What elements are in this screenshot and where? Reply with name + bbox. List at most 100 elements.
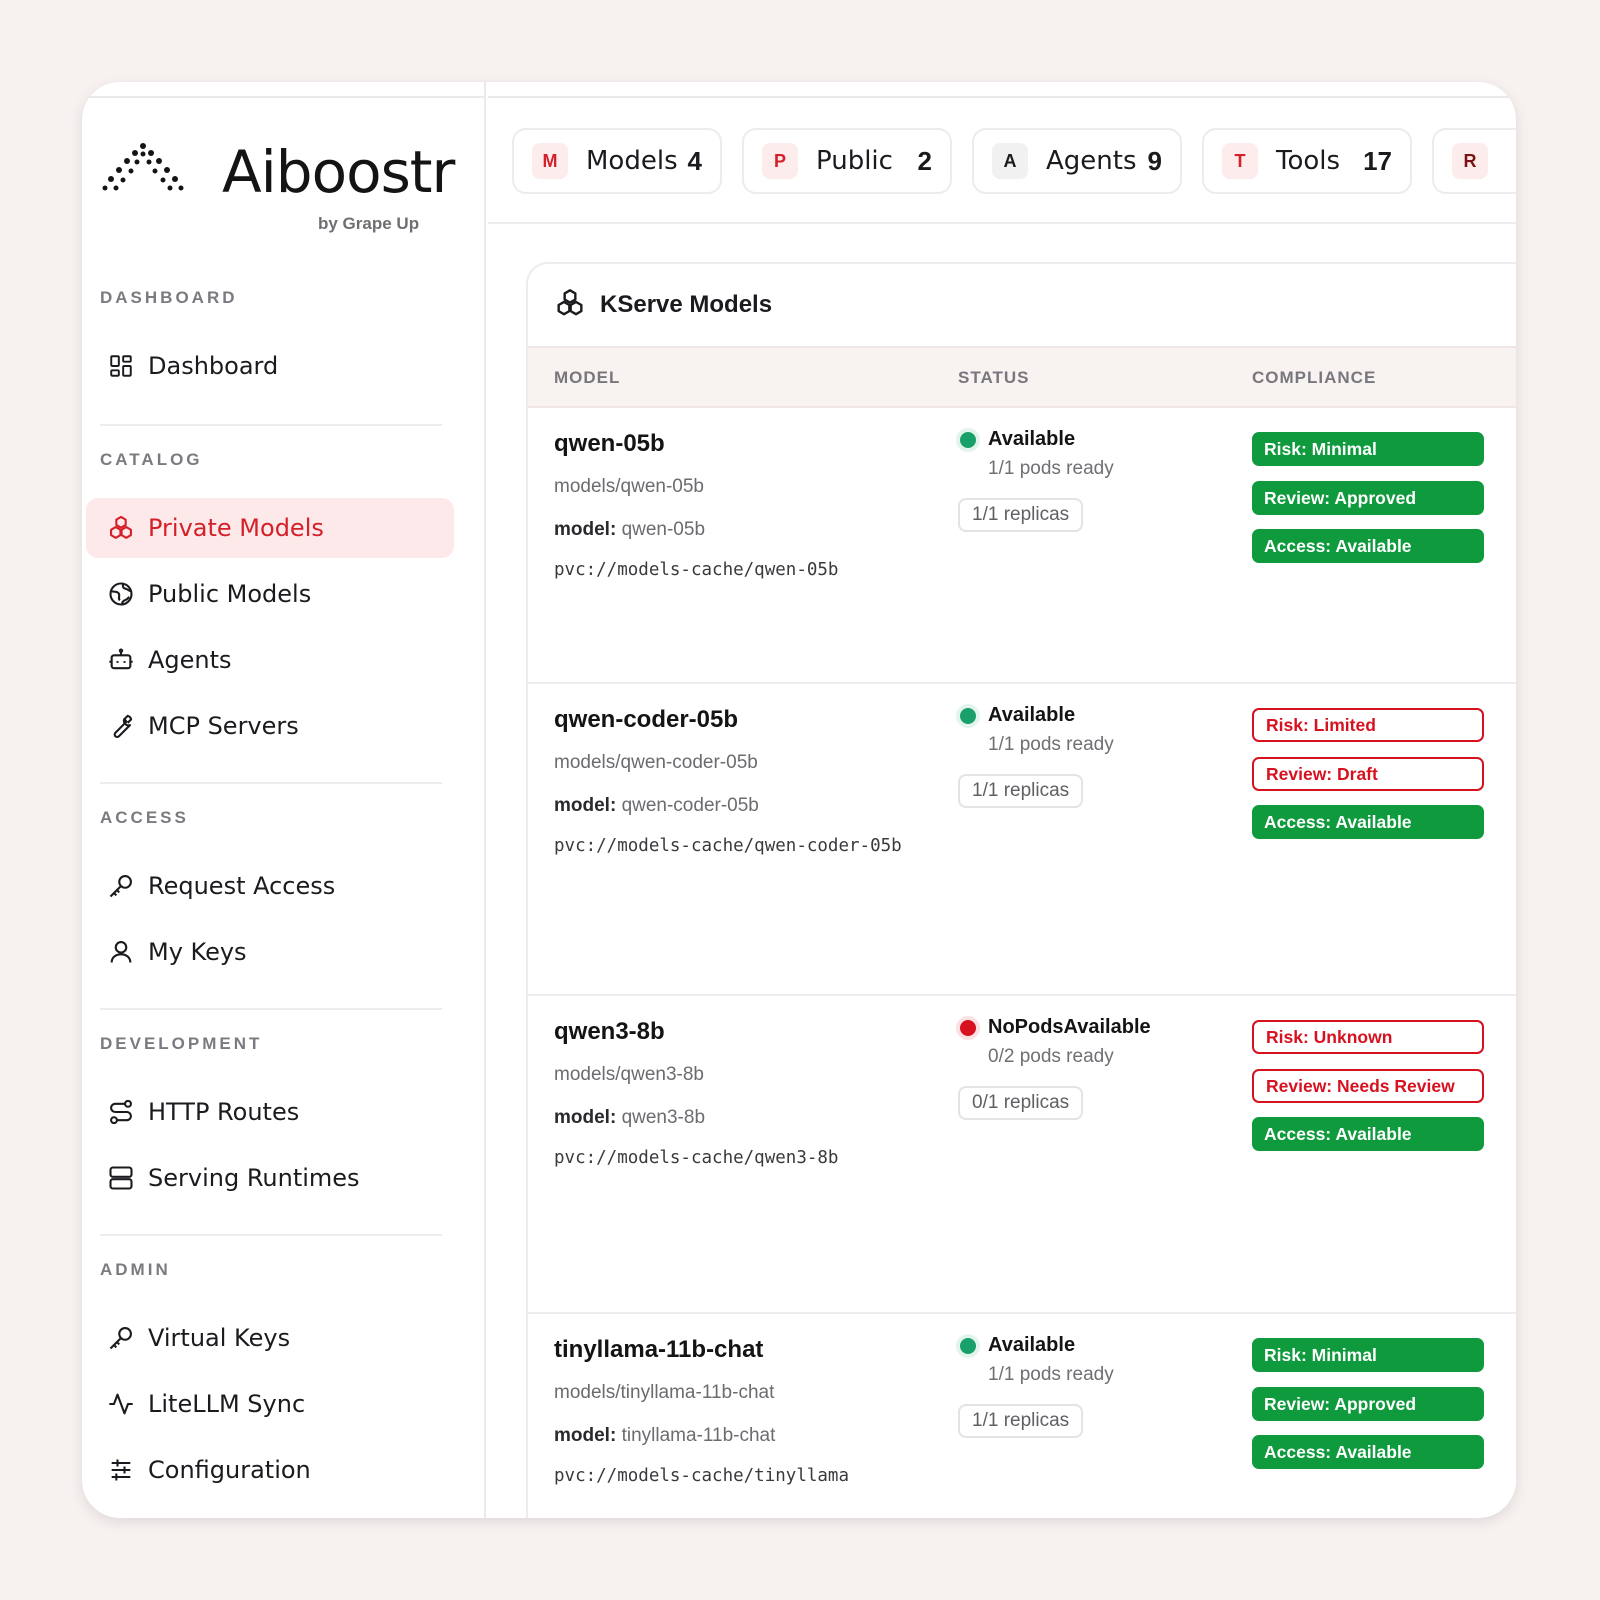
sidebar-item-label: MCP Servers (148, 712, 299, 740)
column-model[interactable]: MODEL (554, 368, 620, 388)
sidebar-item-label: Agents (148, 646, 232, 674)
model-path: models/tinyllama-11b-chat (554, 1382, 775, 1403)
model-id: model: qwen-05b (554, 519, 706, 540)
grid-icon (106, 351, 136, 381)
table-header: MODEL STATUS COMPLIANCE (528, 346, 1516, 408)
model-id: model: qwen3-8b (554, 1107, 706, 1128)
model-id: model: tinyllama-11b-chat (554, 1425, 776, 1446)
stat-letter: T (1222, 143, 1258, 179)
status-label: Available (988, 1334, 1076, 1356)
sidebar-item-request-access[interactable]: Request Access (86, 856, 454, 916)
section-access: ACCESS (100, 808, 189, 827)
sidebar-item-label: Public Models (148, 580, 312, 608)
stat-letter: A (992, 143, 1028, 179)
table-row[interactable]: qwen-05b models/qwen-05b model: qwen-05b… (528, 408, 1516, 684)
sidebar-item-mcp-servers[interactable]: MCP Servers (86, 696, 454, 756)
pods-ready: 1/1 pods ready (988, 1364, 1114, 1385)
model-pvc: pvc://models-cache/qwen-coder-05b (554, 836, 902, 856)
sliders-icon (106, 1455, 136, 1485)
access-badge: Access: Available (1252, 805, 1484, 839)
bot-icon (106, 645, 136, 675)
review-badge: Review: Needs Review (1252, 1069, 1484, 1103)
status-label: Available (988, 428, 1076, 450)
logo[interactable]: Aiboostr (102, 140, 455, 204)
access-badge: Access: Available (1252, 1435, 1484, 1469)
cubes-icon (106, 513, 136, 543)
review-badge: Review: Approved (1252, 481, 1484, 515)
sidebar: Aiboostr by Grape Up DASHBOARD Dashboard… (82, 82, 486, 1518)
sidebar-item-label: Serving Runtimes (148, 1164, 360, 1192)
table-row[interactable]: qwen-coder-05b models/qwen-coder-05b mod… (528, 684, 1516, 996)
model-name[interactable]: qwen3-8b (554, 1018, 665, 1046)
risk-badge: Risk: Minimal (1252, 432, 1484, 466)
section-development: DEVELOPMENT (100, 1034, 263, 1053)
sidebar-item-private-models[interactable]: Private Models (86, 498, 454, 558)
stat-tools[interactable]: T Tools 17 (1202, 128, 1412, 194)
sidebar-item-my-keys[interactable]: My Keys (86, 922, 454, 982)
globe-icon (106, 579, 136, 609)
stat-letter: P (762, 143, 798, 179)
sidebar-item-litellm-sync[interactable]: LiteLLM Sync (86, 1374, 454, 1434)
pods-ready: 0/2 pods ready (988, 1046, 1114, 1067)
sidebar-item-configuration[interactable]: Configuration (86, 1440, 454, 1500)
review-badge: Review: Approved (1252, 1387, 1484, 1421)
sidebar-item-virtual-keys[interactable]: Virtual Keys (86, 1308, 454, 1368)
sidebar-item-label: HTTP Routes (148, 1098, 300, 1126)
stat-label: Models (586, 146, 678, 176)
user-icon (106, 937, 136, 967)
stat-public[interactable]: P Public 2 (742, 128, 952, 194)
section-dashboard: DASHBOARD (100, 288, 238, 307)
model-path: models/qwen-coder-05b (554, 752, 758, 773)
sidebar-item-agents[interactable]: Agents (86, 630, 454, 690)
sidebar-item-label: LiteLLM Sync (148, 1390, 306, 1418)
server-icon (106, 1163, 136, 1193)
section-admin: ADMIN (100, 1260, 171, 1279)
status-dot (960, 1338, 976, 1354)
brand-subtitle: by Grape Up (318, 214, 420, 233)
model-name[interactable]: tinyllama-11b-chat (554, 1336, 763, 1364)
replicas-badge: 1/1 replicas (958, 774, 1084, 808)
model-pvc: pvc://models-cache/tinyllama (554, 1466, 850, 1486)
model-id: model: qwen-coder-05b (554, 795, 759, 816)
card-title: KServe Models (600, 291, 773, 318)
key-icon (106, 871, 136, 901)
stat-count: 2 (917, 145, 932, 176)
column-compliance[interactable]: COMPLIANCE (1252, 368, 1376, 388)
sidebar-item-label: My Keys (148, 938, 247, 966)
sidebar-item-public-models[interactable]: Public Models (86, 564, 454, 624)
cubes-icon (554, 287, 586, 324)
sidebar-item-http-routes[interactable]: HTTP Routes (86, 1082, 454, 1142)
model-name[interactable]: qwen-coder-05b (554, 706, 738, 734)
stat-models[interactable]: M Models 4 (512, 128, 722, 194)
sidebar-item-label: Virtual Keys (148, 1324, 291, 1352)
sidebar-item-serving-runtimes[interactable]: Serving Runtimes (86, 1148, 454, 1208)
access-badge: Access: Available (1252, 1117, 1484, 1151)
status-label: NoPodsAvailable (988, 1016, 1151, 1038)
column-status[interactable]: STATUS (958, 368, 1029, 388)
stat-count: 17 (1363, 145, 1392, 176)
stats-bar: M Models 4 P Public 2 A Agents 9 T Tools… (488, 98, 1516, 224)
section-catalog: CATALOG (100, 450, 203, 469)
table-row[interactable]: tinyllama-11b-chat models/tinyllama-11b-… (528, 1314, 1516, 1518)
sidebar-item-dashboard[interactable]: Dashboard (86, 336, 454, 396)
pods-ready: 1/1 pods ready (988, 458, 1114, 479)
stat-partial[interactable]: R (1432, 128, 1516, 194)
stat-label: Agents (1046, 146, 1137, 176)
activity-icon (106, 1389, 136, 1419)
status-dot (960, 432, 976, 448)
stat-letter: M (532, 143, 568, 179)
stat-letter: R (1452, 143, 1488, 179)
stat-agents[interactable]: A Agents 9 (972, 128, 1182, 194)
app-window: Aiboostr by Grape Up DASHBOARD Dashboard… (82, 82, 1516, 1518)
wrench-icon (106, 711, 136, 741)
table-row[interactable]: qwen3-8b models/qwen3-8b model: qwen3-8b… (528, 996, 1516, 1314)
sidebar-item-label: Request Access (148, 872, 336, 900)
replicas-badge: 0/1 replicas (958, 1086, 1084, 1120)
pods-ready: 1/1 pods ready (988, 734, 1114, 755)
brand-name: Aiboostr (222, 138, 455, 206)
model-pvc: pvc://models-cache/qwen3-8b (554, 1148, 839, 1168)
model-name[interactable]: qwen-05b (554, 430, 665, 458)
stat-label: Tools (1276, 146, 1341, 176)
status-label: Available (988, 704, 1076, 726)
card-header: KServe Models (528, 264, 1516, 346)
